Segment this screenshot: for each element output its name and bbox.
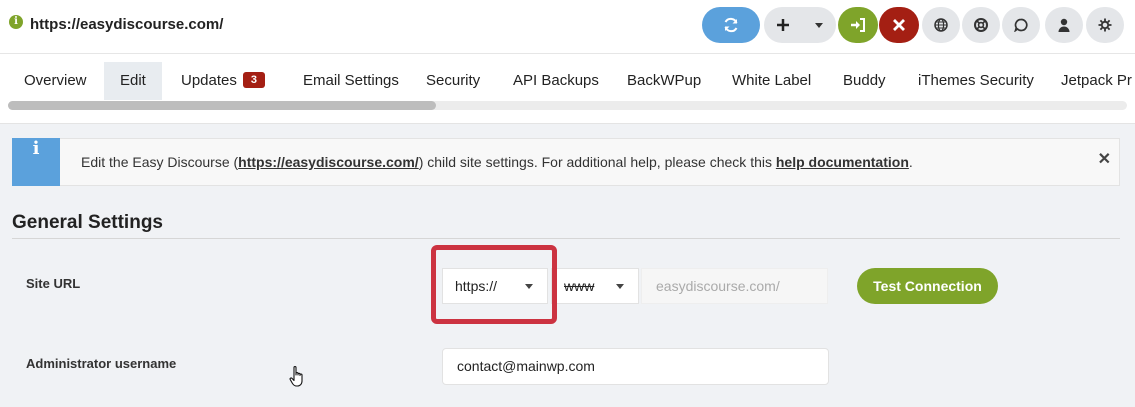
globe-icon [934,18,948,32]
www-value: www [564,278,595,294]
login-button[interactable] [838,7,878,43]
tab-security[interactable]: Security [426,62,480,100]
user-icon [1058,18,1070,32]
chevron-down-icon [815,23,823,28]
tab-api-backups[interactable]: API Backups [513,62,599,100]
domain-field[interactable]: easydiscourse.com/ [641,268,828,304]
login-icon [851,18,865,32]
section-divider [12,238,1120,239]
admin-username-field[interactable]: contact@mainwp.com [442,348,829,385]
chat-button[interactable] [1002,7,1040,43]
chat-icon [1014,18,1028,32]
hand-cursor-icon [289,365,303,387]
tab-backwpup[interactable]: BackWPup [627,62,701,100]
add-button[interactable] [764,7,836,43]
site-url[interactable]: https://easydiscourse.com/ [30,16,223,33]
top-bar: i https://easydiscourse.com/ [0,0,1135,54]
help-icon [974,18,988,32]
site-url-label: Site URL [26,276,81,291]
tabs-scrollbar-thumb[interactable] [8,101,436,110]
info-message-text: Edit the Easy Discourse (https://easydis… [81,154,913,170]
help-documentation-link[interactable]: help documentation [776,154,909,170]
sync-icon [724,17,738,33]
section-title: General Settings [12,212,163,233]
close-button[interactable] [879,7,919,43]
globe-button[interactable] [922,7,960,43]
tab-updates[interactable]: Updates 3 [181,62,265,100]
tab-updates-label: Updates [181,72,237,89]
tab-buddy[interactable]: Buddy [843,62,886,100]
test-connection-button[interactable]: Test Connection [857,268,998,304]
add-icon [777,19,789,31]
www-select[interactable]: www [551,268,639,304]
tab-bar: Overview Edit Updates 3 Email Settings Se… [0,54,1135,124]
user-button[interactable] [1045,7,1083,43]
tab-email-settings[interactable]: Email Settings [303,62,399,100]
close-icon [893,19,905,31]
tab-jetpack[interactable]: Jetpack Pr [1061,62,1132,100]
dismiss-message-icon[interactable]: ✕ [1098,149,1111,169]
tab-edit[interactable]: Edit [104,62,162,100]
site-link[interactable]: https://easydiscourse.com/ [238,154,419,170]
tab-overview[interactable]: Overview [24,62,87,100]
help-button[interactable] [962,7,1000,43]
tab-ithemes-security[interactable]: iThemes Security [918,62,1034,100]
protocol-highlight-box [431,245,557,324]
tab-white-label[interactable]: White Label [732,62,811,100]
updates-count-badge: 3 [242,71,265,88]
info-icon: i [12,138,60,186]
settings-button[interactable] [1086,7,1124,43]
sync-button[interactable] [702,7,760,43]
info-message: i Edit the Easy Discourse (https://easyd… [12,138,1120,186]
admin-username-label: Administrator username [26,356,177,371]
gear-icon [1098,18,1112,32]
info-icon: i [9,15,23,29]
chevron-down-icon [616,284,624,289]
